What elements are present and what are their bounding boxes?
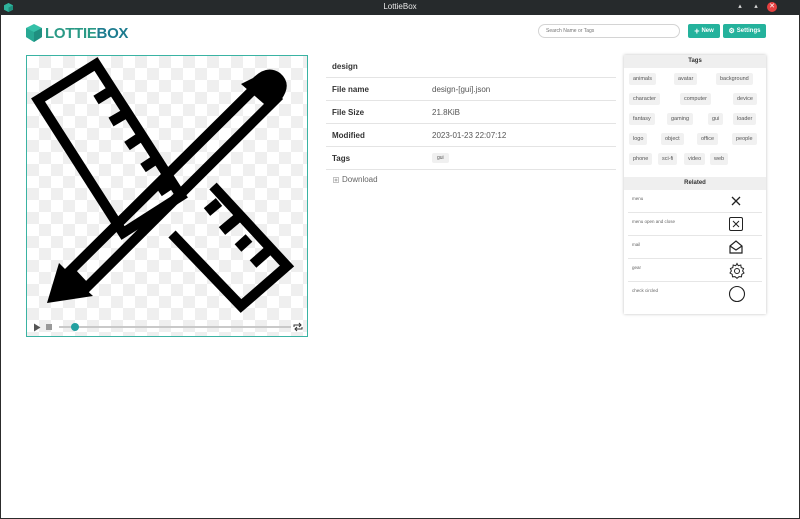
related-item-check-circled[interactable]: check circled: [628, 282, 762, 305]
close-window-button[interactable]: ✕: [767, 2, 777, 12]
related-item-menu-open-close[interactable]: menu open and close: [628, 213, 762, 236]
tag-logo[interactable]: logo: [629, 133, 648, 145]
tag-device[interactable]: device: [733, 93, 757, 105]
new-button[interactable]: + New: [688, 24, 720, 38]
tag-video[interactable]: video: [684, 153, 706, 165]
detail-row-filesize: File Size 21.8KiB: [326, 101, 616, 124]
play-icon[interactable]: [33, 323, 41, 332]
window-titlebar: LottieBox ▴ ▴ ✕: [0, 0, 800, 15]
animation-preview[interactable]: [26, 55, 308, 337]
seek-track[interactable]: [59, 326, 291, 328]
tag-object[interactable]: object: [661, 133, 684, 145]
details-panel: design File name design-[gui].json File …: [326, 56, 616, 170]
player-controls: [27, 318, 307, 336]
window-title: LottieBox: [383, 2, 417, 11]
loop-icon[interactable]: [293, 322, 303, 332]
detail-label: File Size: [332, 107, 365, 117]
tag-character[interactable]: character: [629, 93, 660, 105]
close-x-icon: [731, 196, 741, 206]
detail-value: 2023-01-23 22:07:12: [432, 130, 507, 140]
related-item-gear[interactable]: gear: [628, 259, 762, 282]
tag-people[interactable]: people: [732, 133, 757, 145]
related-item-mail[interactable]: mail: [628, 236, 762, 259]
tag-loader[interactable]: loader: [733, 113, 757, 125]
seek-handle[interactable]: [71, 323, 80, 331]
brand-name-box: BOX: [96, 24, 129, 42]
related-item-name: mail: [632, 242, 641, 247]
tag-gui[interactable]: gui: [708, 113, 724, 125]
tag-cloud: animals avatar background character comp…: [624, 68, 766, 177]
detail-label: Tags: [332, 153, 351, 163]
brand-name: LOTTIEBOX: [45, 25, 128, 42]
logo-cube-icon: [26, 24, 42, 42]
tags-heading: Tags: [624, 55, 766, 68]
download-label: Download: [342, 175, 378, 184]
brand-logo[interactable]: LOTTIEBOX: [26, 24, 128, 42]
stop-icon[interactable]: [46, 324, 52, 330]
tag-computer[interactable]: computer: [680, 93, 711, 105]
tag-phone[interactable]: phone: [629, 153, 653, 165]
settings-button[interactable]: ⚙ Settings: [723, 24, 766, 38]
tag-background[interactable]: background: [716, 73, 753, 85]
detail-label: File name: [332, 84, 369, 94]
download-link[interactable]: Download: [333, 175, 378, 184]
detail-value: 21.8KiB: [432, 107, 461, 117]
tag-office[interactable]: office: [697, 133, 719, 145]
related-item-name: menu open and close: [632, 219, 676, 224]
gear-icon: [729, 262, 745, 279]
tag-fantasy[interactable]: fantasy: [629, 113, 655, 125]
detail-label: Modified: [332, 130, 365, 140]
tag-avatar[interactable]: avatar: [674, 73, 698, 85]
maximize-button[interactable]: ▴: [751, 2, 761, 12]
minimize-button[interactable]: ▴: [735, 2, 745, 12]
detail-row-tags: Tags gui: [326, 147, 616, 170]
animation-title: design: [326, 56, 616, 78]
related-item-menu[interactable]: menu: [628, 190, 762, 213]
sidebar-panel: Tags animals avatar background character…: [624, 55, 766, 314]
tag-animals[interactable]: animals: [629, 73, 656, 85]
related-item-name: gear: [632, 265, 642, 270]
new-button-label: New: [701, 28, 714, 34]
plus-square-icon: [333, 176, 339, 183]
detail-row-modified: Modified 2023-01-23 22:07:12: [326, 124, 616, 147]
plus-icon: +: [694, 25, 700, 36]
gear-icon: ⚙: [728, 28, 735, 35]
detail-row-filename: File name design-[gui].json: [326, 78, 616, 101]
ruler-pencil-artwork: [31, 57, 295, 313]
related-heading: Related: [624, 177, 766, 190]
tag-gaming[interactable]: gaming: [667, 113, 694, 125]
search-input[interactable]: [538, 24, 680, 38]
circle-icon: [728, 285, 746, 303]
settings-button-label: Settings: [736, 28, 761, 34]
tag-sci-fi[interactable]: sci-fi: [658, 153, 678, 165]
mail-open-icon: [729, 240, 743, 254]
close-box-icon: [729, 217, 743, 231]
tag-chip[interactable]: gui: [432, 153, 449, 163]
related-item-name: check circled: [632, 288, 659, 293]
brand-name-lottie: LOTTIE: [45, 24, 97, 42]
tag-web[interactable]: web: [710, 153, 729, 165]
detail-value: design-[gui].json: [432, 84, 491, 94]
related-item-name: menu: [632, 196, 644, 201]
